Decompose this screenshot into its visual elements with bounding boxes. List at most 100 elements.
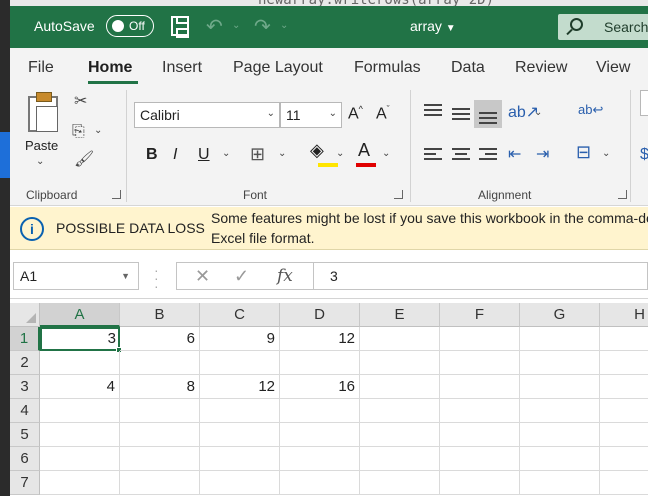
column-header-h[interactable]: H [600,303,648,327]
cell-a3[interactable]: 4 [40,375,120,399]
cell-c5[interactable] [200,423,280,447]
cell-d7[interactable] [280,471,360,495]
borders-icon[interactable]: ⊞ [250,144,265,165]
drag-handle-icon[interactable]: · · · [154,263,159,293]
cell-a1[interactable]: 3 [40,327,120,351]
borders-dropdown-icon[interactable]: ⌄ [278,149,286,159]
font-color-dropdown-icon[interactable]: ⌄ [382,149,390,159]
font-name-select[interactable]: Calibri ⌄ [134,102,280,128]
cell-d5[interactable] [280,423,360,447]
cell-g4[interactable] [520,399,600,423]
cell-g3[interactable] [520,375,600,399]
worksheet-grid[interactable]: A B C D E F G H 1 3 6 9 12 2 3 4 8 12 16 4 5 6 7 [10,303,648,496]
cell-b3[interactable]: 8 [120,375,200,399]
format-painter-icon[interactable]: 🖌 [74,152,94,168]
clipboard-launcher-icon[interactable] [112,190,121,199]
cell-f4[interactable] [440,399,520,423]
tab-data[interactable]: Data [451,59,485,77]
tab-review[interactable]: Review [515,59,567,77]
cell-h6[interactable] [600,447,648,471]
document-title[interactable]: array ▼ [410,18,456,34]
cell-b1[interactable]: 6 [120,327,200,351]
cell-b6[interactable] [120,447,200,471]
tab-page-layout[interactable]: Page Layout [233,59,323,77]
cell-g1[interactable] [520,327,600,351]
merge-center-icon[interactable]: ⊟ [576,142,591,163]
tab-file[interactable]: File [28,59,54,77]
redo-icon[interactable]: ↷ [254,14,271,39]
column-header-g[interactable]: G [520,303,600,327]
cell-e5[interactable] [360,423,440,447]
tab-home[interactable]: Home [88,59,132,77]
number-format-select[interactable] [640,90,648,116]
column-header-f[interactable]: F [440,303,520,327]
cell-h1[interactable] [600,327,648,351]
tab-insert[interactable]: Insert [162,59,202,77]
cell-c4[interactable] [200,399,280,423]
cell-b7[interactable] [120,471,200,495]
fill-color-icon[interactable]: ◈ [310,140,324,161]
cell-f3[interactable] [440,375,520,399]
search-box[interactable]: Search [558,14,648,40]
cell-d3[interactable]: 16 [280,375,360,399]
row-header-3[interactable]: 3 [10,375,40,399]
cell-c3[interactable]: 12 [200,375,280,399]
increase-indent-icon[interactable]: ⇥ [536,144,549,164]
column-header-d[interactable]: D [280,303,360,327]
orientation-dropdown-icon[interactable]: ⌄ [534,108,542,118]
enter-icon[interactable]: ✓ [234,266,249,287]
increase-font-size-icon[interactable]: A^ [348,104,363,123]
undo-dropdown-icon[interactable]: ⌄ [232,20,240,31]
cell-e4[interactable] [360,399,440,423]
alignment-launcher-icon[interactable] [618,190,627,199]
cell-a7[interactable] [40,471,120,495]
cell-f1[interactable] [440,327,520,351]
cell-a4[interactable] [40,399,120,423]
cell-g2[interactable] [520,351,600,375]
redo-dropdown-icon[interactable]: ⌄ [280,20,288,31]
font-launcher-icon[interactable] [394,190,403,199]
cell-a2[interactable] [40,351,120,375]
wrap-text-icon[interactable]: ab↩ [578,102,603,118]
underline-dropdown-icon[interactable]: ⌄ [222,149,230,159]
decrease-indent-icon[interactable]: ⇤ [508,144,521,164]
cell-b2[interactable] [120,351,200,375]
bold-icon[interactable]: B [146,146,158,164]
cell-g7[interactable] [520,471,600,495]
column-header-b[interactable]: B [120,303,200,327]
paste-dropdown-icon[interactable]: ⌄ [36,156,44,167]
font-size-select[interactable]: 11 ⌄ [280,102,342,128]
column-header-a[interactable]: A [40,303,120,327]
currency-icon[interactable]: $ [640,146,648,164]
row-header-6[interactable]: 6 [10,447,40,471]
column-header-c[interactable]: C [200,303,280,327]
paste-button[interactable]: Paste [25,138,58,153]
decrease-font-size-icon[interactable]: Aˇ [376,104,390,123]
cell-f5[interactable] [440,423,520,447]
cell-d2[interactable] [280,351,360,375]
copy-dropdown-icon[interactable]: ⌄ [94,126,102,136]
font-color-icon[interactable]: A [358,140,370,161]
merge-dropdown-icon[interactable]: ⌄ [602,149,610,159]
underline-icon[interactable]: U [198,146,210,164]
cell-e6[interactable] [360,447,440,471]
cell-c2[interactable] [200,351,280,375]
cell-h5[interactable] [600,423,648,447]
cell-c7[interactable] [200,471,280,495]
cell-h7[interactable] [600,471,648,495]
row-header-1[interactable]: 1 [10,327,40,351]
cell-a6[interactable] [40,447,120,471]
tab-formulas[interactable]: Formulas [354,59,421,77]
cut-icon[interactable]: ✂ [74,94,87,110]
row-header-4[interactable]: 4 [10,399,40,423]
save-icon[interactable] [171,16,189,38]
italic-icon[interactable]: I [173,146,177,164]
row-header-7[interactable]: 7 [10,471,40,495]
name-box[interactable]: A1 ▼ [13,262,139,290]
cell-c1[interactable]: 9 [200,327,280,351]
fill-color-dropdown-icon[interactable]: ⌄ [336,149,344,159]
cell-f2[interactable] [440,351,520,375]
cell-f7[interactable] [440,471,520,495]
cell-b5[interactable] [120,423,200,447]
cell-f6[interactable] [440,447,520,471]
